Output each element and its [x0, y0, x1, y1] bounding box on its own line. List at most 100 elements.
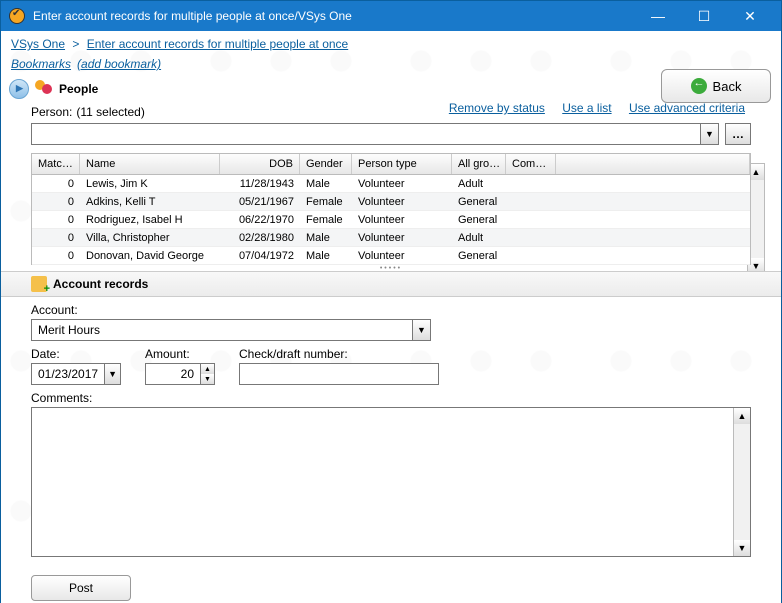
breadcrumb-separator: >: [72, 37, 79, 51]
col-spacer: [556, 154, 750, 174]
comments-scroll-track[interactable]: [734, 424, 750, 540]
person-dropdown-button[interactable]: ▼: [701, 123, 719, 145]
window-title: Enter account records for multiple peopl…: [33, 9, 635, 23]
breadcrumb: VSys One > Enter account records for mul…: [1, 31, 781, 57]
date-dropdown-icon[interactable]: ▼: [104, 364, 120, 384]
maximize-button[interactable]: ☐: [681, 1, 727, 31]
post-button[interactable]: Post: [31, 575, 131, 601]
check-number-label: Check/draft number:: [239, 347, 439, 361]
table-row[interactable]: 0Villa, Christopher02/28/1980MaleVolunte…: [32, 229, 750, 247]
date-label: Date:: [31, 347, 121, 361]
person-browse-button[interactable]: …: [725, 123, 751, 145]
breadcrumb-root[interactable]: VSys One: [11, 37, 65, 51]
account-select[interactable]: Merit Hours ▼: [31, 319, 431, 341]
back-arrow-icon: [691, 78, 707, 94]
back-button[interactable]: Back: [661, 69, 771, 103]
cell-match: 0: [32, 196, 80, 208]
comments-scroll-up-icon[interactable]: ▲: [734, 408, 750, 424]
close-button[interactable]: ✕: [727, 1, 773, 31]
person-combo: ▼ …: [31, 123, 751, 145]
comments-textarea[interactable]: [32, 408, 733, 556]
add-bookmark-link[interactable]: (add bookmark): [77, 57, 161, 71]
cell-groups: General: [452, 196, 506, 208]
section-nav-icon[interactable]: [9, 79, 29, 99]
col-gender[interactable]: Gender: [300, 154, 352, 174]
app-icon: [9, 8, 25, 24]
cell-gender: Male: [300, 250, 352, 262]
cell-gender: Female: [300, 214, 352, 226]
comments-label: Comments:: [31, 391, 751, 405]
col-dob[interactable]: DOB: [220, 154, 300, 174]
cell-gender: Male: [300, 232, 352, 244]
cell-name: Villa, Christopher: [80, 232, 220, 244]
table-row[interactable]: 0Donovan, David George07/04/1972MaleVolu…: [32, 247, 750, 265]
cell-person-type: Volunteer: [352, 232, 452, 244]
people-block: Remove by status Use a list Use advanced…: [1, 101, 781, 145]
cell-match: 0: [32, 232, 80, 244]
minimize-button[interactable]: —: [635, 1, 681, 31]
col-groups[interactable]: All gro…: [452, 154, 506, 174]
grid-header: Matc… Name DOB Gender Person type All gr…: [31, 153, 751, 175]
cell-dob: 11/28/1943: [220, 178, 300, 190]
content-area: VSys One > Enter account records for mul…: [1, 31, 781, 603]
cell-name: Rodriguez, Isabel H: [80, 214, 220, 226]
people-header-label: People: [59, 82, 98, 96]
cell-dob: 07/04/1972: [220, 250, 300, 262]
cell-gender: Male: [300, 178, 352, 190]
check-number-input[interactable]: [240, 364, 438, 384]
cell-name: Adkins, Kelli T: [80, 196, 220, 208]
bookmarks-link[interactable]: Bookmarks: [11, 57, 71, 71]
remove-by-status-link[interactable]: Remove by status: [449, 101, 545, 115]
spin-down-icon[interactable]: ▼: [201, 374, 214, 384]
cell-person-type: Volunteer: [352, 250, 452, 262]
comments-scroll-down-icon[interactable]: ▼: [734, 540, 750, 556]
col-match[interactable]: Matc…: [32, 154, 80, 174]
titlebar[interactable]: Enter account records for multiple peopl…: [1, 1, 781, 31]
cell-person-type: Volunteer: [352, 214, 452, 226]
breadcrumb-current[interactable]: Enter account records for multiple peopl…: [87, 37, 348, 51]
cell-match: 0: [32, 214, 80, 226]
cell-groups: Adult: [452, 232, 506, 244]
cell-name: Lewis, Jim K: [80, 178, 220, 190]
comments-box: ▲ ▼: [31, 407, 751, 557]
person-label: Person:: [31, 105, 72, 119]
app-window: Enter account records for multiple peopl…: [0, 0, 782, 603]
back-button-label: Back: [713, 79, 742, 94]
cell-match: 0: [32, 178, 80, 190]
people-grid: Matc… Name DOB Gender Person type All gr…: [31, 153, 751, 265]
comments-scrollbar[interactable]: ▲ ▼: [733, 408, 750, 556]
cell-dob: 05/21/1967: [220, 196, 300, 208]
cell-person-type: Volunteer: [352, 196, 452, 208]
cell-dob: 06/22/1970: [220, 214, 300, 226]
account-select-value: Merit Hours: [32, 323, 412, 337]
use-advanced-criteria-link[interactable]: Use advanced criteria: [629, 101, 745, 115]
table-row[interactable]: 0Lewis, Jim K11/28/1943MaleVolunteerAdul…: [32, 175, 750, 193]
amount-spinner[interactable]: ▲▼: [200, 364, 214, 384]
table-row[interactable]: 0Adkins, Kelli T05/21/1967FemaleVoluntee…: [32, 193, 750, 211]
cell-match: 0: [32, 250, 80, 262]
account-records-icon: [31, 276, 47, 292]
spin-up-icon[interactable]: ▲: [201, 364, 214, 374]
people-icon: [35, 80, 53, 98]
col-person-type[interactable]: Person type: [352, 154, 452, 174]
use-a-list-link[interactable]: Use a list: [562, 101, 611, 115]
cell-person-type: Volunteer: [352, 178, 452, 190]
account-dropdown-icon[interactable]: ▼: [412, 320, 430, 340]
account-records-form: Account: Merit Hours ▼ Date: 01/23/2017 …: [1, 297, 781, 603]
cell-name: Donovan, David George: [80, 250, 220, 262]
account-label: Account:: [31, 303, 751, 317]
table-row[interactable]: 0Rodriguez, Isabel H06/22/1970FemaleVolu…: [32, 211, 750, 229]
cell-dob: 02/28/1980: [220, 232, 300, 244]
account-records-header: Account records: [1, 271, 781, 297]
col-name[interactable]: Name: [80, 154, 220, 174]
date-input[interactable]: 01/23/2017 ▼: [31, 363, 121, 385]
amount-input[interactable]: 20 ▲▼: [145, 363, 215, 385]
person-search-input[interactable]: [31, 123, 701, 145]
grid-body: 0Lewis, Jim K11/28/1943MaleVolunteerAdul…: [31, 175, 751, 265]
col-company[interactable]: Com…: [506, 154, 556, 174]
cell-groups: General: [452, 250, 506, 262]
account-records-label: Account records: [53, 277, 148, 291]
amount-label: Amount:: [145, 347, 215, 361]
date-value: 01/23/2017: [32, 367, 104, 381]
amount-value: 20: [146, 367, 200, 381]
